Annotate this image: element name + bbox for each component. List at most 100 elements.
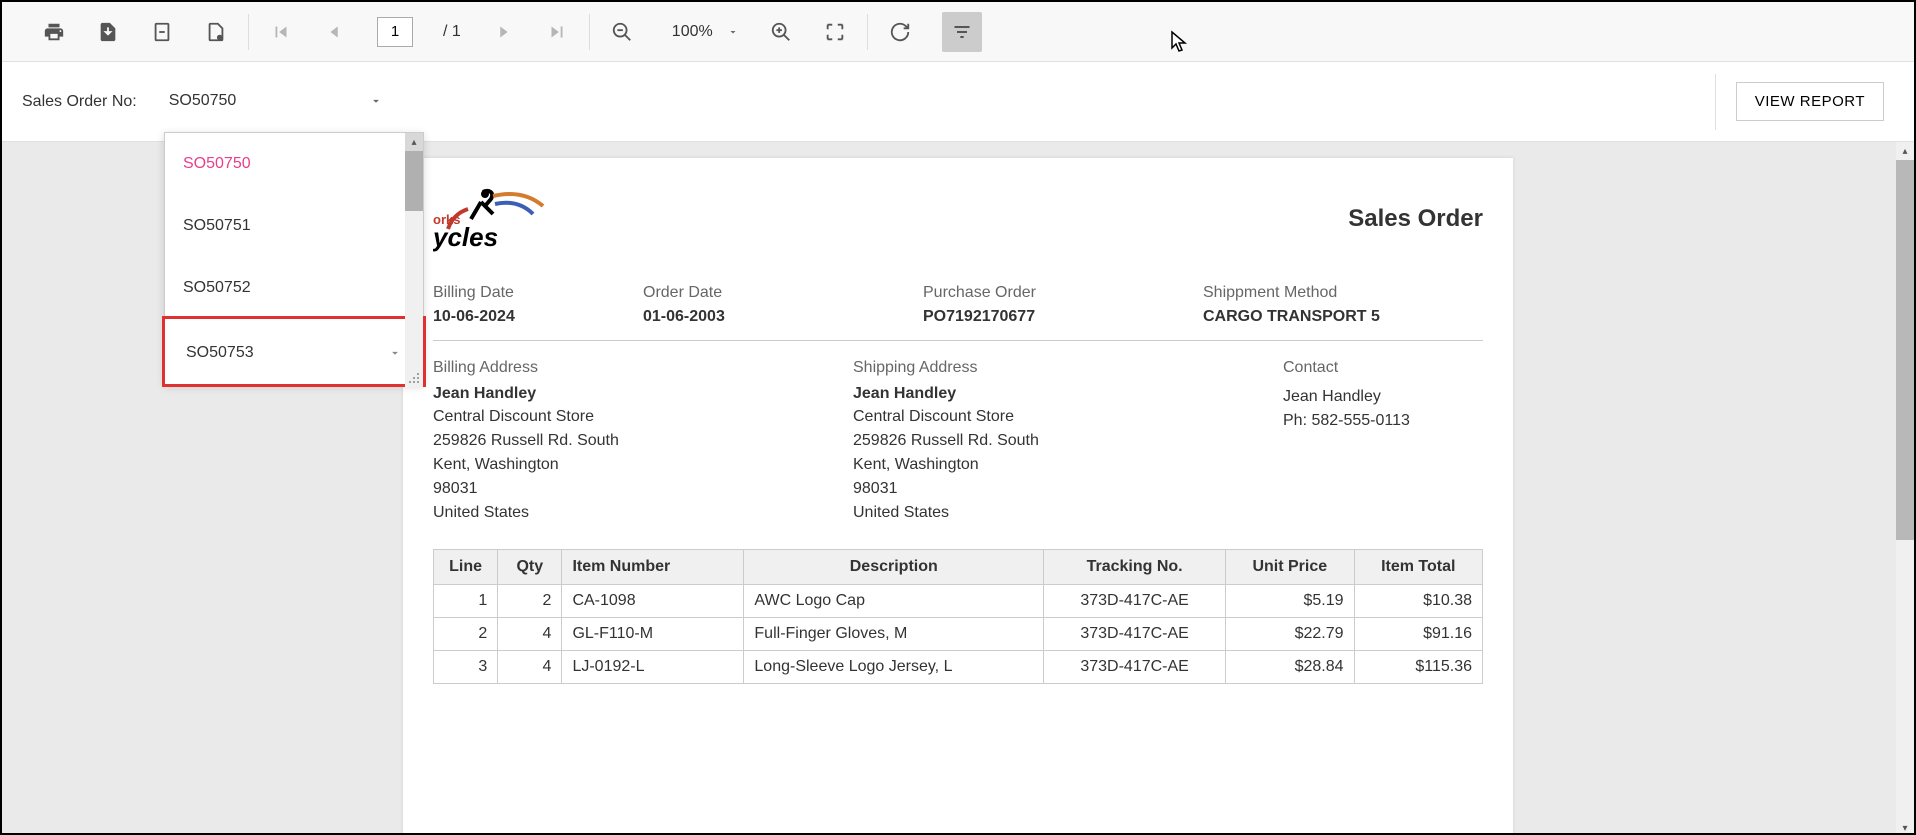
refresh-icon[interactable]	[888, 20, 912, 44]
cell-line: 3	[434, 651, 498, 684]
contact-phone: Ph: 582-555-0113	[1283, 409, 1483, 433]
shipping-line: United States	[853, 501, 1283, 525]
table-row: 1 2 CA-1098 AWC Logo Cap 373D-417C-AE $5…	[434, 585, 1483, 618]
cell-total: $115.36	[1354, 651, 1482, 684]
col-item: Item Number	[562, 550, 744, 585]
contact-label: Contact	[1283, 359, 1483, 377]
dropdown-option[interactable]: SO50752	[165, 257, 423, 319]
last-page-icon[interactable]	[545, 20, 569, 44]
page-number-input[interactable]	[377, 17, 413, 47]
parameter-bar: Sales Order No: SO50750 VIEW REPORT	[2, 62, 1914, 142]
cell-line: 2	[434, 618, 498, 651]
zoom-dropdown[interactable]: 100%	[664, 23, 739, 41]
export-icon[interactable]	[96, 20, 120, 44]
dropdown-option-highlighted[interactable]: SO50753	[162, 316, 426, 387]
scrollbar-thumb[interactable]	[1896, 160, 1914, 540]
shipment-method-label: Shippment Method	[1203, 284, 1483, 302]
filter-button[interactable]	[942, 12, 982, 52]
billing-name: Jean Handley	[433, 385, 853, 403]
page-setup-icon[interactable]	[204, 20, 228, 44]
dropdown-option[interactable]: SO50751	[165, 195, 423, 257]
cell-price: $22.79	[1226, 618, 1354, 651]
cell-qty: 2	[498, 585, 562, 618]
cell-qty: 4	[498, 618, 562, 651]
line-items-table: Line Qty Item Number Description Trackin…	[433, 549, 1483, 684]
svg-text:ycles: ycles	[433, 222, 498, 252]
param-label: Sales Order No:	[22, 93, 137, 111]
report-scrollbar[interactable]: ▴ ▾	[1896, 142, 1914, 835]
col-qty: Qty	[498, 550, 562, 585]
billing-line: Central Discount Store	[433, 405, 853, 429]
dropdown-scrollbar[interactable]: ▴	[405, 133, 423, 387]
scroll-up-icon[interactable]: ▴	[1896, 142, 1914, 160]
po-value: PO7192170677	[923, 308, 1203, 326]
cell-price: $5.19	[1226, 585, 1354, 618]
cell-track: 373D-417C-AE	[1044, 651, 1226, 684]
cell-total: $10.38	[1354, 585, 1482, 618]
cell-qty: 4	[498, 651, 562, 684]
billing-line: 259826 Russell Rd. South	[433, 429, 853, 453]
cell-line: 1	[434, 585, 498, 618]
chevron-down-icon	[388, 346, 402, 360]
scroll-down-icon[interactable]: ▾	[1896, 819, 1914, 835]
dropdown-option[interactable]: SO50750	[165, 133, 423, 195]
table-row: 3 4 LJ-0192-L Long-Sleeve Logo Jersey, L…	[434, 651, 1483, 684]
order-info-row: Billing Date 10-06-2024 Order Date 01-06…	[433, 284, 1483, 341]
col-price: Unit Price	[1226, 550, 1354, 585]
zoom-out-icon[interactable]	[610, 20, 634, 44]
chevron-down-icon	[369, 94, 383, 108]
print-icon[interactable]	[42, 20, 66, 44]
col-track: Tracking No.	[1044, 550, 1226, 585]
chevron-down-icon	[727, 26, 739, 38]
col-line: Line	[434, 550, 498, 585]
contact-name: Jean Handley	[1283, 385, 1483, 409]
dropdown-option-label: SO50753	[186, 344, 254, 362]
cell-item: LJ-0192-L	[562, 651, 744, 684]
po-label: Purchase Order	[923, 284, 1203, 302]
billing-address-label: Billing Address	[433, 359, 853, 377]
page-total-label: / 1	[443, 23, 461, 41]
first-page-icon[interactable]	[269, 20, 293, 44]
shipping-line: Kent, Washington	[853, 453, 1283, 477]
shipment-method-value: CARGO TRANSPORT 5	[1203, 308, 1483, 326]
cell-total: $91.16	[1354, 618, 1482, 651]
cell-track: 373D-417C-AE	[1044, 618, 1226, 651]
billing-line: 98031	[433, 477, 853, 501]
table-row: 2 4 GL-F110-M Full-Finger Gloves, M 373D…	[434, 618, 1483, 651]
shipping-line: Central Discount Store	[853, 405, 1283, 429]
zoom-value: 100%	[672, 23, 713, 41]
shipping-address-label: Shipping Address	[853, 359, 1283, 377]
cell-item: GL-F110-M	[562, 618, 744, 651]
cell-desc: AWC Logo Cap	[744, 585, 1044, 618]
next-page-icon[interactable]	[491, 20, 515, 44]
shipping-line: 259826 Russell Rd. South	[853, 429, 1283, 453]
report-toolbar: / 1 100%	[2, 2, 1914, 62]
col-desc: Description	[744, 550, 1044, 585]
cell-desc: Full-Finger Gloves, M	[744, 618, 1044, 651]
cell-track: 373D-417C-AE	[1044, 585, 1226, 618]
shipping-line: 98031	[853, 477, 1283, 501]
order-date-value: 01-06-2003	[643, 308, 923, 326]
billing-date-value: 10-06-2024	[433, 308, 643, 326]
resize-grip-icon[interactable]	[407, 371, 421, 385]
scroll-up-icon[interactable]: ▴	[405, 133, 423, 151]
cell-desc: Long-Sleeve Logo Jersey, L	[744, 651, 1044, 684]
sales-order-dropdown-panel: SO50750 SO50751 SO50752 SO50753 ▴	[164, 132, 424, 385]
col-total: Item Total	[1354, 550, 1482, 585]
cell-price: $28.84	[1226, 651, 1354, 684]
select-value: SO50750	[169, 92, 237, 110]
separator	[1715, 74, 1716, 130]
billing-date-label: Billing Date	[433, 284, 643, 302]
view-report-button[interactable]: VIEW REPORT	[1736, 82, 1884, 121]
sales-order-select[interactable]: SO50750	[161, 85, 391, 119]
scrollbar-thumb[interactable]	[405, 151, 423, 211]
fullscreen-icon[interactable]	[823, 20, 847, 44]
zoom-in-icon[interactable]	[769, 20, 793, 44]
prev-page-icon[interactable]	[323, 20, 347, 44]
billing-line: United States	[433, 501, 853, 525]
order-date-label: Order Date	[643, 284, 923, 302]
report-title: Sales Order	[1348, 205, 1483, 233]
address-row: Billing Address Jean Handley Central Dis…	[433, 359, 1483, 525]
document-icon[interactable]	[150, 20, 174, 44]
report-page: orks ycles Sales Order Billing Date 10-0…	[403, 158, 1513, 835]
